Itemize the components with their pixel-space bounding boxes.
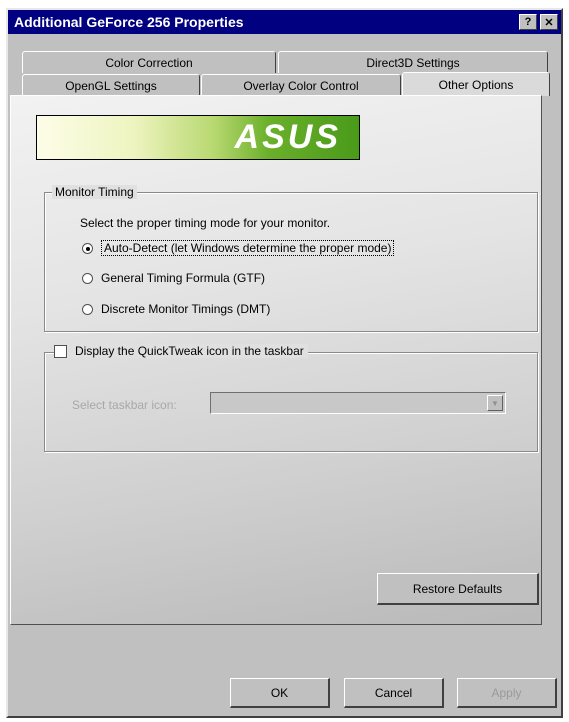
radio-dmt-label[interactable]: Discrete Monitor Timings (DMT) (101, 302, 270, 316)
radio-unselected-icon[interactable] (82, 303, 93, 315)
window-title: Additional GeForce 256 Properties (14, 14, 244, 30)
tab-direct3d-settings[interactable]: Direct3D Settings (278, 51, 548, 73)
taskbar-icon-select[interactable]: ▼ (210, 392, 506, 414)
taskbar-icon-select-label: Select taskbar icon: (72, 398, 177, 412)
cancel-button[interactable]: Cancel (344, 678, 444, 708)
close-icon: ✕ (544, 16, 554, 29)
ok-label: OK (270, 685, 289, 700)
restore-defaults-button[interactable]: Restore Defaults (377, 573, 539, 605)
ok-button[interactable]: OK (230, 678, 330, 708)
asus-logo-text: ASUS (234, 118, 341, 156)
radio-unselected-icon[interactable] (82, 272, 93, 284)
help-icon: ? (524, 16, 532, 28)
radio-selected-icon[interactable] (82, 242, 93, 254)
dropdown-arrow-icon[interactable]: ▼ (487, 395, 503, 411)
close-button[interactable]: ✕ (540, 14, 558, 30)
radio-dmt[interactable]: Discrete Monitor Timings (DMT) (82, 302, 270, 316)
radio-auto-detect-label[interactable]: Auto-Detect (let Windows determine the p… (101, 240, 395, 256)
tab-color-correction[interactable]: Color Correction (22, 51, 276, 73)
tab-overlay-color-control[interactable]: Overlay Color Control (201, 74, 401, 96)
cancel-label: Cancel (374, 685, 413, 700)
asus-logo-banner: ASUS (36, 115, 360, 160)
radio-gtf[interactable]: General Timing Formula (GTF) (82, 271, 265, 285)
restore-defaults-label: Restore Defaults (412, 581, 503, 596)
title-bar[interactable]: Additional GeForce 256 Properties ? ✕ (8, 10, 561, 34)
tab-other-options[interactable]: Other Options (402, 72, 550, 96)
monitor-timing-instruction: Select the proper timing mode for your m… (80, 216, 331, 230)
tab-opengl-settings[interactable]: OpenGL Settings (22, 74, 200, 96)
quicktweak-checkbox-row[interactable]: Display the QuickTweak icon in the taskb… (54, 344, 308, 358)
radio-gtf-label[interactable]: General Timing Formula (GTF) (101, 271, 265, 285)
apply-button[interactable]: Apply (457, 678, 557, 708)
quicktweak-checkbox[interactable] (54, 344, 67, 358)
radio-auto-detect[interactable]: Auto-Detect (let Windows determine the p… (82, 240, 395, 256)
help-button[interactable]: ? (519, 14, 537, 30)
monitor-timing-legend: Monitor Timing (52, 185, 137, 199)
quicktweak-checkbox-label[interactable]: Display the QuickTweak icon in the taskb… (75, 344, 304, 358)
apply-label: Apply (491, 685, 522, 700)
